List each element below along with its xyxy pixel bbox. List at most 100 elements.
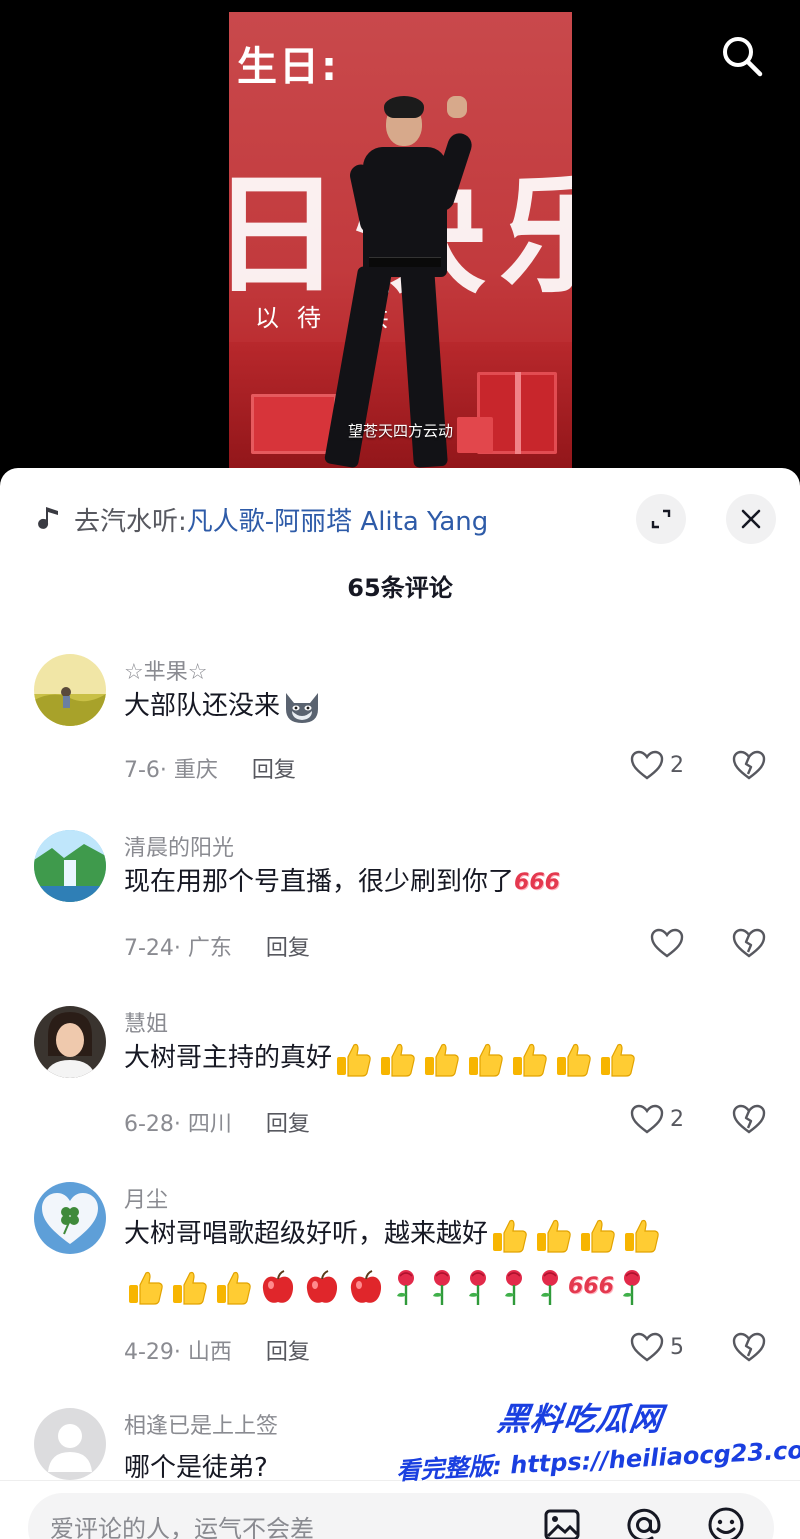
- thumbs-up-emoji: [381, 1043, 415, 1077]
- dislike-button[interactable]: [732, 928, 766, 962]
- heart-icon: [650, 928, 684, 958]
- comment-username[interactable]: ☆芈果☆: [124, 654, 207, 686]
- gift-ribbon: [515, 372, 521, 454]
- rose-emoji: [622, 1269, 640, 1305]
- mention-button[interactable]: [624, 1505, 664, 1539]
- rose-emoji: [541, 1269, 558, 1305]
- video-backdrop-text-top: 生日:: [237, 44, 339, 90]
- singer-hand: [447, 96, 467, 118]
- comment-meta: 6-28· 四川 回复: [124, 1106, 310, 1138]
- close-button[interactable]: [726, 494, 776, 544]
- thumbs-up-emoji: [581, 1219, 615, 1253]
- comment-meta: 7-6· 重庆 回复: [124, 752, 296, 784]
- rose-emoji: [433, 1269, 450, 1305]
- rose-emoji: [397, 1269, 414, 1305]
- like-count: 2: [670, 752, 684, 778]
- thumbs-up-emoji: [173, 1271, 207, 1305]
- comment-count: 65条评论: [347, 574, 453, 602]
- like-button[interactable]: 5: [630, 1332, 684, 1362]
- image-icon: [544, 1509, 580, 1539]
- comment-date-region: 7-24· 广东: [124, 936, 232, 961]
- thumbs-up-emoji: [337, 1043, 371, 1077]
- thumbs-up-emoji: [625, 1219, 659, 1253]
- search-button[interactable]: [716, 30, 768, 82]
- comment-input-placeholder[interactable]: 爱评论的人，运气不会差: [50, 1509, 314, 1539]
- 666-emoji: 666: [514, 869, 560, 895]
- reply-button[interactable]: 回复: [266, 1106, 310, 1138]
- comment-meta: 7-24· 广东 回复: [124, 930, 310, 962]
- image-button[interactable]: [542, 1505, 582, 1539]
- music-link[interactable]: 去汽水听: 凡人歌-阿丽塔 Alita Yang: [36, 498, 488, 540]
- heart-icon: [630, 750, 664, 780]
- thumbs-up-emoji: [537, 1219, 571, 1253]
- search-icon: [723, 37, 763, 77]
- watermark-title: 黑料吃瓜网: [495, 1400, 666, 1438]
- singer-belt: [369, 257, 441, 267]
- comment-text: 大部队还没来: [124, 684, 324, 728]
- like-button[interactable]: 2: [630, 750, 684, 780]
- expand-button[interactable]: [636, 494, 686, 544]
- emoji-button[interactable]: [706, 1505, 746, 1539]
- comment-text: 大树哥唱歌超级好听，越来越好: [124, 1212, 664, 1256]
- rose-emoji: [469, 1269, 486, 1305]
- like-count: 5: [670, 1334, 684, 1360]
- comment-username[interactable]: 月尘: [124, 1182, 168, 1214]
- avatar[interactable]: [34, 830, 106, 902]
- avatar[interactable]: [34, 654, 106, 726]
- reply-button[interactable]: 回复: [266, 930, 310, 962]
- comment-text-line-2: 666: [124, 1264, 650, 1309]
- emoji-row: 666: [124, 1269, 650, 1305]
- dislike-button[interactable]: [732, 1332, 766, 1366]
- comment-panel: 去汽水听: 凡人歌-阿丽塔 Alita Yang 65条评论 ☆芈果☆ 大部队还…: [0, 468, 800, 1539]
- comment-text-body: 大树哥唱歌超级好听，越来越好: [124, 1219, 489, 1249]
- apple-emoji: [350, 1269, 382, 1303]
- like-button[interactable]: [650, 928, 690, 958]
- thumbs-up-emoji: [601, 1043, 635, 1077]
- thumbs-up-emoji: [469, 1043, 503, 1077]
- dislike-button[interactable]: [732, 750, 766, 784]
- music-title-link[interactable]: 凡人歌-阿丽塔 Alita Yang: [187, 501, 489, 538]
- comment-text-body: 现在用那个号直播，很少刷到你了: [124, 867, 515, 897]
- reply-button[interactable]: 回复: [266, 1334, 310, 1366]
- heart-icon: [630, 1332, 664, 1362]
- thumbs-up-emoji-group: [488, 1219, 664, 1253]
- rose-emoji: [505, 1269, 522, 1305]
- comment-text-body: 大部队还没来: [124, 691, 281, 721]
- thumbs-up-emoji: [493, 1219, 527, 1253]
- thumbs-up-emoji: [425, 1043, 459, 1077]
- video-frame[interactable]: 生日: 日快乐 以待 共 望苍天四方云动: [229, 12, 572, 482]
- thumbs-up-emoji: [217, 1271, 251, 1305]
- comment-date-region: 6-28· 四川: [124, 1112, 232, 1137]
- comment-input-bar: 爱评论的人，运气不会差: [0, 1480, 800, 1539]
- heart-icon: [630, 1104, 664, 1134]
- emoji-icon: [708, 1507, 744, 1539]
- avatar[interactable]: [34, 1408, 106, 1480]
- comment-date-region: 4-29· 山西: [124, 1340, 232, 1365]
- apple-emoji: [262, 1269, 294, 1303]
- comment-meta: 4-29· 山西 回复: [124, 1334, 310, 1366]
- apple-emoji: [306, 1269, 338, 1303]
- music-prefix: 去汽水听:: [74, 506, 187, 537]
- thumbs-up-emoji-group: [332, 1043, 640, 1077]
- thumbs-up-emoji: [129, 1271, 163, 1305]
- thumbs-up-emoji: [557, 1043, 591, 1077]
- like-count: 2: [670, 1106, 684, 1132]
- reply-button[interactable]: 回复: [252, 752, 296, 784]
- avatar[interactable]: [34, 1006, 106, 1078]
- singer-hair: [384, 96, 424, 118]
- comment-date-region: 7-6· 重庆: [124, 758, 218, 783]
- like-button[interactable]: 2: [630, 1104, 684, 1134]
- broken-heart-icon: [732, 750, 766, 780]
- comment-username[interactable]: 清晨的阳光: [124, 830, 234, 862]
- comment-text: 现在用那个号直播，很少刷到你了666: [124, 860, 560, 905]
- dislike-button[interactable]: [732, 1104, 766, 1138]
- 666-emoji: 666: [568, 1273, 614, 1299]
- wolf-emoji: [286, 692, 319, 723]
- comment-text: 大树哥主持的真好: [124, 1036, 640, 1080]
- broken-heart-icon: [732, 1104, 766, 1134]
- avatar[interactable]: [34, 1182, 106, 1254]
- comment-username[interactable]: 慧姐: [124, 1006, 168, 1038]
- comment-username[interactable]: 相逢已是上上签: [124, 1408, 278, 1440]
- expand-icon: [651, 509, 671, 529]
- video-player[interactable]: 生日: 日快乐 以待 共 望苍天四方云动: [0, 0, 800, 482]
